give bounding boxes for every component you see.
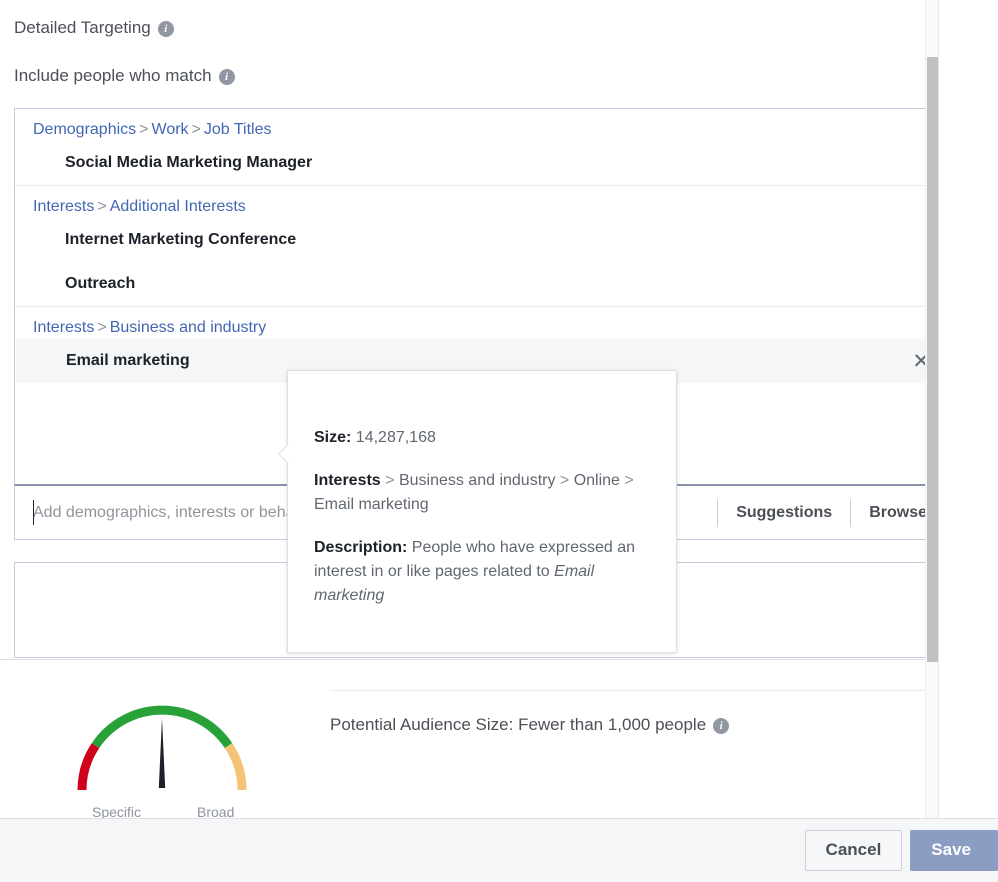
gauge-svg: [62, 690, 262, 800]
targeting-item-label: Outreach: [65, 275, 135, 293]
targeting-item-row[interactable]: Internet Marketing Conference: [15, 218, 949, 262]
gauge-needle: [159, 718, 165, 788]
gauge-arc-specific: [82, 746, 96, 790]
interest-detail-tooltip: Size: 14,287,168 Interests > Business an…: [287, 370, 677, 653]
info-icon[interactable]: i: [158, 21, 174, 37]
tooltip-path-segment: Email marketing: [314, 496, 429, 513]
tooltip-path-separator: >: [620, 472, 634, 489]
info-icon[interactable]: i: [713, 718, 729, 734]
targeting-group: Interests>Additional Interests Internet M…: [15, 185, 949, 306]
targeting-group: Demographics>Work>Job TitlesSocial Media…: [15, 109, 949, 185]
targeting-item-row[interactable]: Outreach: [15, 262, 949, 306]
gauge-label-broad: Broad: [197, 804, 234, 818]
audience-size-wrap: Potential Audience Size: Fewer than 1,00…: [330, 690, 941, 735]
targeting-scroll-area: Detailed Targeting i Include people who …: [0, 0, 961, 818]
audience-size-row: Potential Audience Size: Fewer than 1,00…: [330, 715, 941, 735]
breadcrumb-link[interactable]: Additional Interests: [110, 198, 246, 215]
include-people-label: Include people who match: [14, 66, 212, 86]
targeting-item-label: Internet Marketing Conference: [65, 231, 296, 249]
right-gutter: [938, 0, 961, 818]
vertical-scrollbar-thumb[interactable]: [927, 57, 938, 662]
suggestions-button[interactable]: Suggestions: [720, 504, 848, 522]
breadcrumb-separator: >: [139, 121, 148, 138]
breadcrumb-separator: >: [97, 319, 106, 336]
tooltip-path-segment: Business and industry: [399, 472, 556, 489]
tooltip-path-separator: >: [555, 472, 573, 489]
tooltip-description: Description: People who have expressed a…: [314, 536, 650, 608]
divider: [850, 499, 851, 527]
breadcrumb-link[interactable]: Interests: [33, 319, 94, 336]
tooltip-path-separator: >: [381, 472, 399, 489]
breadcrumb-separator: >: [192, 121, 201, 138]
search-actions: Suggestions Browse: [715, 486, 949, 539]
breadcrumb-link[interactable]: Business and industry: [110, 319, 267, 336]
targeting-item-row[interactable]: Social Media Marketing Manager: [15, 141, 949, 185]
gauge-label-specific: Specific: [92, 804, 141, 818]
breadcrumb-link[interactable]: Job Titles: [204, 121, 272, 138]
cancel-button[interactable]: Cancel: [805, 830, 903, 870]
tooltip-size: Size: 14,287,168: [314, 426, 650, 450]
breadcrumb-link[interactable]: Demographics: [33, 121, 136, 138]
detailed-targeting-heading: Detailed Targeting i: [14, 18, 174, 38]
tooltip-path-segment: Online: [574, 472, 620, 489]
detailed-targeting-label: Detailed Targeting: [14, 18, 151, 38]
include-people-heading: Include people who match i: [14, 66, 235, 86]
info-icon[interactable]: i: [219, 69, 235, 85]
vertical-scrollbar-track[interactable]: [925, 0, 939, 818]
tooltip-description-label: Description:: [314, 539, 407, 556]
text-caret: [33, 500, 34, 525]
breadcrumb: Interests>Additional Interests: [15, 186, 949, 218]
breadcrumb-link[interactable]: Work: [152, 121, 189, 138]
tooltip-size-value: 14,287,168: [356, 429, 436, 446]
audience-panel: Specific Broad Potential Audience Size: …: [0, 659, 961, 818]
breadcrumb-link[interactable]: Interests: [33, 198, 94, 215]
breadcrumb: Interests>Business and industry: [15, 307, 949, 339]
save-button[interactable]: Save: [910, 830, 998, 870]
tooltip-path-root: Interests: [314, 472, 381, 489]
targeting-item-label: Email marketing: [66, 352, 190, 370]
divider: [717, 499, 718, 527]
targeting-item-label: Social Media Marketing Manager: [65, 154, 312, 172]
tooltip-path: Interests > Business and industry > Onli…: [314, 469, 650, 517]
audience-gauge: Specific Broad: [62, 690, 262, 800]
detailed-targeting-screen: Detailed Targeting i Include people who …: [0, 0, 998, 882]
audience-size-text: Potential Audience Size: Fewer than 1,00…: [330, 715, 706, 735]
gauge-arc-broad: [229, 746, 243, 790]
breadcrumb: Demographics>Work>Job Titles: [15, 109, 949, 141]
tooltip-size-label: Size:: [314, 429, 351, 446]
breadcrumb-separator: >: [97, 198, 106, 215]
dialog-footer: Cancel Save: [0, 818, 998, 882]
